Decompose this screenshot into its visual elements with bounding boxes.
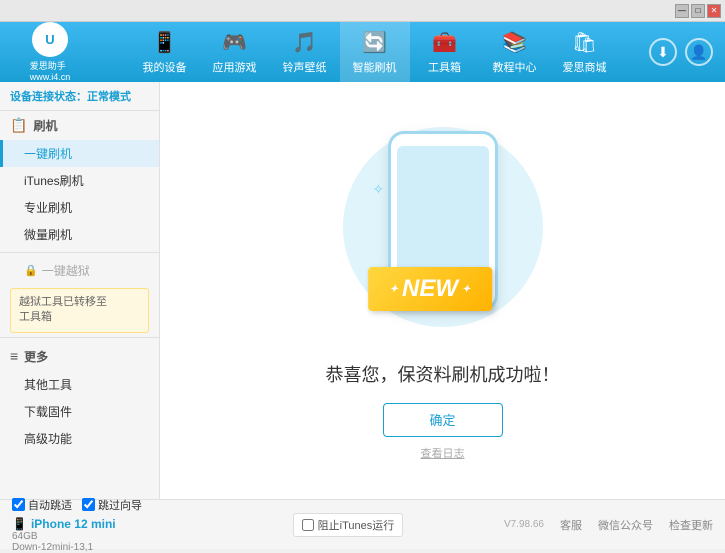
bottom-bar: 自动跳适 跳过向导 📱 iPhone 12 mini 64GB Down-12m… xyxy=(0,499,725,549)
toolbox-icon: 🧰 xyxy=(432,30,457,55)
skip-link[interactable]: 查看日志 xyxy=(421,445,465,461)
skip-wizard-checkbox[interactable]: 跳过向导 xyxy=(82,497,142,513)
user-button[interactable]: 👤 xyxy=(685,38,713,66)
logo-symbol: U xyxy=(45,32,54,47)
sidebar-item-micro-flash[interactable]: 微量刷机 xyxy=(0,221,159,248)
new-banner: NEW xyxy=(368,267,493,311)
logo-text: 爱思助手 www.i4.cn xyxy=(30,59,71,82)
sidebar-item-advanced[interactable]: 高级功能 xyxy=(0,425,159,452)
bottom-left: 自动跳适 跳过向导 📱 iPhone 12 mini 64GB Down-12m… xyxy=(12,497,192,553)
window-controls[interactable]: — □ ✕ xyxy=(675,4,721,18)
nav-mall[interactable]: 🛍 爱思商城 xyxy=(550,22,620,82)
device-phone-icon: 📱 xyxy=(12,517,27,531)
sidebar-notice: 越狱工具已转移至工具箱 xyxy=(10,288,149,333)
nav-tutorials[interactable]: 📚 教程中心 xyxy=(480,22,550,82)
check-update-link[interactable]: 检查更新 xyxy=(669,517,713,533)
nav-apps-games[interactable]: 🎮 应用游戏 xyxy=(200,22,270,82)
sidebar: 设备连接状态：正常模式 📋 刷机 一键刷机 iTunes刷机 专业刷机 微量刷机… xyxy=(0,82,160,499)
divider-1 xyxy=(0,252,159,253)
my-device-icon: 📱 xyxy=(152,30,177,55)
device-info: 📱 iPhone 12 mini 64GB Down-12mini-13,1 xyxy=(12,517,192,553)
version-label: V7.98.66 xyxy=(504,519,544,530)
more-section-icon: ≡ xyxy=(10,348,18,364)
nav-smart-flash[interactable]: 🔄 智能刷机 xyxy=(340,22,410,82)
skip-wizard-input[interactable] xyxy=(82,498,95,511)
title-bar: — □ ✕ xyxy=(0,0,725,22)
sidebar-item-itunes-flash[interactable]: iTunes刷机 xyxy=(0,167,159,194)
lock-icon: 🔒 xyxy=(24,264,38,277)
confirm-button[interactable]: 确定 xyxy=(383,403,503,437)
divider-2 xyxy=(0,337,159,338)
smart-flash-icon: 🔄 xyxy=(362,30,387,55)
nav-ringtones[interactable]: 🎵 铃声壁纸 xyxy=(270,22,340,82)
nav-items: 📱 我的设备 🎮 应用游戏 🎵 铃声壁纸 🔄 智能刷机 🧰 工具箱 📚 教程中心… xyxy=(100,22,649,82)
sidebar-item-pro-flash[interactable]: 专业刷机 xyxy=(0,194,159,221)
device-firmware: Down-12mini-13,1 xyxy=(12,542,192,553)
no-itunes-checkbox[interactable]: 阻止iTunes运行 xyxy=(293,513,404,537)
device-storage: 64GB xyxy=(12,531,192,542)
minimize-button[interactable]: — xyxy=(675,4,689,18)
phone-screen xyxy=(397,146,489,276)
auto-follow-checkbox[interactable]: 自动跳适 xyxy=(12,497,72,513)
auto-follow-input[interactable] xyxy=(12,498,25,511)
sidebar-section-more: ≡ 更多 xyxy=(0,342,159,371)
device-status-bar: 设备连接状态：正常模式 xyxy=(0,82,159,111)
logo-icon: U xyxy=(32,22,68,57)
flash-section-icon: 📋 xyxy=(10,117,27,134)
maximize-button[interactable]: □ xyxy=(691,4,705,18)
sidebar-item-one-click-flash[interactable]: 一键刷机 xyxy=(0,140,159,167)
right-content: ✦ ✦ ✧ ✦ NEW 恭喜您，保资料刷机成功啦！ 确定 查看日志 xyxy=(160,82,725,499)
tutorials-icon: 📚 xyxy=(502,30,527,55)
device-name: 📱 iPhone 12 mini xyxy=(12,517,192,531)
sidebar-item-download-firmware[interactable]: 下载固件 xyxy=(0,398,159,425)
nav-right: ⬇ 👤 xyxy=(649,38,725,66)
sparkle-3: ✧ xyxy=(373,181,385,198)
top-nav: U 爱思助手 www.i4.cn 📱 我的设备 🎮 应用游戏 🎵 铃声壁纸 🔄 … xyxy=(0,22,725,82)
bottom-right: V7.98.66 客服 微信公众号 检查更新 xyxy=(504,517,713,533)
mall-icon: 🛍 xyxy=(572,30,597,55)
bottom-center: 阻止iTunes运行 xyxy=(192,513,504,537)
sidebar-jailbreak-grayed: 🔒 一键越狱 xyxy=(0,257,159,284)
nav-toolbox[interactable]: 🧰 工具箱 xyxy=(410,22,480,82)
download-button[interactable]: ⬇ xyxy=(649,38,677,66)
wechat-official-link[interactable]: 微信公众号 xyxy=(598,517,653,533)
sidebar-item-other-tools[interactable]: 其他工具 xyxy=(0,371,159,398)
nav-my-device[interactable]: 📱 我的设备 xyxy=(130,22,200,82)
congrats-text: 恭喜您，保资料刷机成功啦！ xyxy=(326,361,560,387)
customer-service-link[interactable]: 客服 xyxy=(560,517,582,533)
sidebar-section-flash: 📋 刷机 xyxy=(0,111,159,140)
logo-area: U 爱思助手 www.i4.cn xyxy=(0,22,100,82)
close-button[interactable]: ✕ xyxy=(707,4,721,18)
main-content: 设备连接状态：正常模式 📋 刷机 一键刷机 iTunes刷机 专业刷机 微量刷机… xyxy=(0,82,725,499)
ringtones-icon: 🎵 xyxy=(292,30,317,55)
no-itunes-input[interactable] xyxy=(302,519,314,531)
apps-games-icon: 🎮 xyxy=(222,30,247,55)
phone-illustration: ✦ ✦ ✧ ✦ NEW xyxy=(323,121,563,341)
